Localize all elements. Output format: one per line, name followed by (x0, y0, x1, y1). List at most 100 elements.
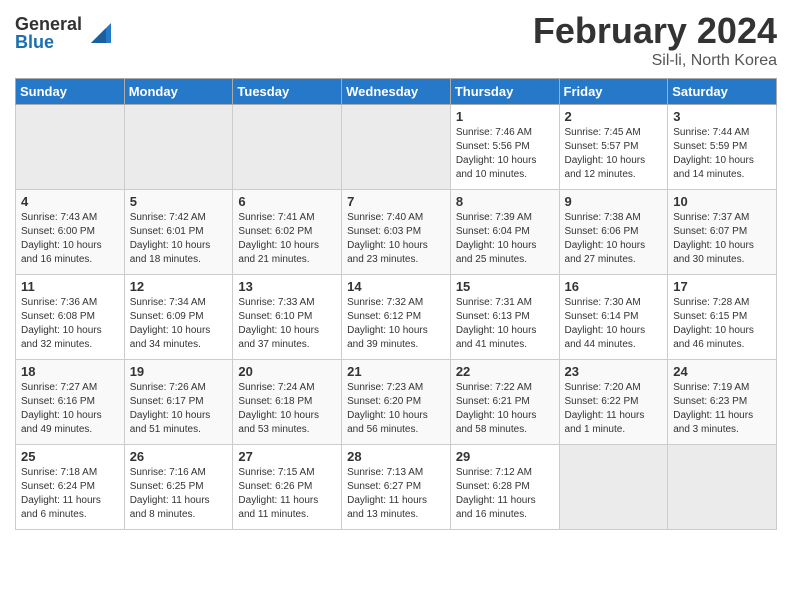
calendar-cell (342, 105, 451, 190)
day-number: 21 (347, 364, 445, 379)
day-info: Sunrise: 7:20 AM Sunset: 6:22 PM Dayligh… (565, 381, 663, 437)
day-info: Sunrise: 7:19 AM Sunset: 6:23 PM Dayligh… (673, 381, 771, 437)
day-number: 22 (456, 364, 554, 379)
day-number: 24 (673, 364, 771, 379)
calendar-cell: 15 Sunrise: 7:31 AM Sunset: 6:13 PM Dayli… (450, 275, 559, 360)
day-info: Sunrise: 7:39 AM Sunset: 6:04 PM Dayligh… (456, 211, 554, 267)
calendar-cell: 1 Sunrise: 7:46 AM Sunset: 5:56 PM Daylig… (450, 105, 559, 190)
day-info: Sunrise: 7:28 AM Sunset: 6:15 PM Dayligh… (673, 296, 771, 352)
calendar-cell: 4Sunrise: 7:43 AM Sunset: 6:00 PM Daylig… (16, 190, 125, 275)
weekday-header-wednesday: Wednesday (342, 79, 451, 105)
calendar-week-1: 1 Sunrise: 7:46 AM Sunset: 5:56 PM Daylig… (16, 105, 777, 190)
calendar-week-4: 18 Sunrise: 7:27 AM Sunset: 6:16 PM Dayli… (16, 360, 777, 445)
day-number: 8 (456, 194, 554, 209)
day-number: 13 (238, 279, 336, 294)
weekday-header-sunday: Sunday (16, 79, 125, 105)
calendar-cell: 21 Sunrise: 7:23 AM Sunset: 6:20 PM Dayli… (342, 360, 451, 445)
logo-general-text: General (15, 15, 82, 33)
calendar-cell: 12 Sunrise: 7:34 AM Sunset: 6:09 PM Dayli… (124, 275, 233, 360)
calendar-cell (233, 105, 342, 190)
day-number: 25 (21, 449, 119, 464)
calendar-cell (124, 105, 233, 190)
calendar-week-2: 4Sunrise: 7:43 AM Sunset: 6:00 PM Daylig… (16, 190, 777, 275)
calendar-cell: 19 Sunrise: 7:26 AM Sunset: 6:17 PM Dayli… (124, 360, 233, 445)
main-title: February 2024 (533, 10, 777, 52)
day-number: 12 (130, 279, 228, 294)
logo-icon (86, 18, 116, 48)
day-info: Sunrise: 7:30 AM Sunset: 6:14 PM Dayligh… (565, 296, 663, 352)
calendar-cell: 9 Sunrise: 7:38 AM Sunset: 6:06 PM Daylig… (559, 190, 668, 275)
calendar-cell: 14 Sunrise: 7:32 AM Sunset: 6:12 PM Dayli… (342, 275, 451, 360)
day-info: Sunrise: 7:34 AM Sunset: 6:09 PM Dayligh… (130, 296, 228, 352)
day-number: 5 (130, 194, 228, 209)
day-number: 28 (347, 449, 445, 464)
day-info: Sunrise: 7:31 AM Sunset: 6:13 PM Dayligh… (456, 296, 554, 352)
calendar-cell: 13 Sunrise: 7:33 AM Sunset: 6:10 PM Dayli… (233, 275, 342, 360)
calendar-cell: 23 Sunrise: 7:20 AM Sunset: 6:22 PM Dayli… (559, 360, 668, 445)
sub-title: Sil-li, North Korea (533, 52, 777, 70)
day-info: Sunrise: 7:23 AM Sunset: 6:20 PM Dayligh… (347, 381, 445, 437)
day-info: Sunrise: 7:44 AM Sunset: 5:59 PM Dayligh… (673, 126, 771, 182)
day-info: Sunrise: 7:45 AM Sunset: 5:57 PM Dayligh… (565, 126, 663, 182)
day-number: 11 (21, 279, 119, 294)
calendar-cell: 6Sunrise: 7:41 AM Sunset: 6:02 PM Daylig… (233, 190, 342, 275)
day-info: Sunrise: 7:46 AM Sunset: 5:56 PM Dayligh… (456, 126, 554, 182)
day-info: Sunrise: 7:27 AM Sunset: 6:16 PM Dayligh… (21, 381, 119, 437)
calendar-cell: 10 Sunrise: 7:37 AM Sunset: 6:07 PM Dayli… (668, 190, 777, 275)
day-number: 15 (456, 279, 554, 294)
day-number: 4 (21, 194, 119, 209)
day-number: 17 (673, 279, 771, 294)
day-info: Sunrise: 7:38 AM Sunset: 6:06 PM Dayligh… (565, 211, 663, 267)
day-number: 3 (673, 109, 771, 124)
day-number: 29 (456, 449, 554, 464)
day-number: 18 (21, 364, 119, 379)
calendar-cell: 28 Sunrise: 7:13 AM Sunset: 6:27 PM Dayli… (342, 445, 451, 530)
day-number: 2 (565, 109, 663, 124)
weekday-header-thursday: Thursday (450, 79, 559, 105)
day-info: Sunrise: 7:42 AM Sunset: 6:01 PM Dayligh… (130, 211, 228, 267)
day-number: 10 (673, 194, 771, 209)
day-number: 7 (347, 194, 445, 209)
calendar-cell: 20Sunrise: 7:24 AM Sunset: 6:18 PM Dayli… (233, 360, 342, 445)
calendar-cell: 5 Sunrise: 7:42 AM Sunset: 6:01 PM Daylig… (124, 190, 233, 275)
day-info: Sunrise: 7:40 AM Sunset: 6:03 PM Dayligh… (347, 211, 445, 267)
calendar-cell: 24 Sunrise: 7:19 AM Sunset: 6:23 PM Dayli… (668, 360, 777, 445)
day-info: Sunrise: 7:37 AM Sunset: 6:07 PM Dayligh… (673, 211, 771, 267)
calendar-cell: 25 Sunrise: 7:18 AM Sunset: 6:24 PM Dayli… (16, 445, 125, 530)
calendar-cell (559, 445, 668, 530)
day-info: Sunrise: 7:18 AM Sunset: 6:24 PM Dayligh… (21, 466, 119, 522)
calendar-cell: 27Sunrise: 7:15 AM Sunset: 6:26 PM Dayli… (233, 445, 342, 530)
day-number: 20 (238, 364, 336, 379)
day-number: 14 (347, 279, 445, 294)
calendar-week-5: 25 Sunrise: 7:18 AM Sunset: 6:24 PM Dayli… (16, 445, 777, 530)
day-number: 16 (565, 279, 663, 294)
calendar-cell: 7 Sunrise: 7:40 AM Sunset: 6:03 PM Daylig… (342, 190, 451, 275)
day-number: 19 (130, 364, 228, 379)
day-number: 26 (130, 449, 228, 464)
weekday-header-tuesday: Tuesday (233, 79, 342, 105)
calendar-cell: 11Sunrise: 7:36 AM Sunset: 6:08 PM Dayli… (16, 275, 125, 360)
calendar-table: SundayMondayTuesdayWednesdayThursdayFrid… (15, 78, 777, 530)
calendar-cell: 22 Sunrise: 7:22 AM Sunset: 6:21 PM Dayli… (450, 360, 559, 445)
day-info: Sunrise: 7:15 AM Sunset: 6:26 PM Dayligh… (238, 466, 336, 522)
day-info: Sunrise: 7:22 AM Sunset: 6:21 PM Dayligh… (456, 381, 554, 437)
day-info: Sunrise: 7:16 AM Sunset: 6:25 PM Dayligh… (130, 466, 228, 522)
day-info: Sunrise: 7:26 AM Sunset: 6:17 PM Dayligh… (130, 381, 228, 437)
calendar-cell: 18 Sunrise: 7:27 AM Sunset: 6:16 PM Dayli… (16, 360, 125, 445)
calendar-cell: 2 Sunrise: 7:45 AM Sunset: 5:57 PM Daylig… (559, 105, 668, 190)
weekday-header-monday: Monday (124, 79, 233, 105)
calendar-cell: 3 Sunrise: 7:44 AM Sunset: 5:59 PM Daylig… (668, 105, 777, 190)
day-info: Sunrise: 7:32 AM Sunset: 6:12 PM Dayligh… (347, 296, 445, 352)
day-info: Sunrise: 7:33 AM Sunset: 6:10 PM Dayligh… (238, 296, 336, 352)
calendar-cell: 8 Sunrise: 7:39 AM Sunset: 6:04 PM Daylig… (450, 190, 559, 275)
calendar-cell (16, 105, 125, 190)
calendar-cell: 17 Sunrise: 7:28 AM Sunset: 6:15 PM Dayli… (668, 275, 777, 360)
logo: General Blue (15, 15, 116, 51)
calendar-cell: 16 Sunrise: 7:30 AM Sunset: 6:14 PM Dayli… (559, 275, 668, 360)
day-info: Sunrise: 7:13 AM Sunset: 6:27 PM Dayligh… (347, 466, 445, 522)
day-number: 23 (565, 364, 663, 379)
day-number: 9 (565, 194, 663, 209)
calendar-cell: 26 Sunrise: 7:16 AM Sunset: 6:25 PM Dayli… (124, 445, 233, 530)
day-number: 1 (456, 109, 554, 124)
calendar-cell (668, 445, 777, 530)
